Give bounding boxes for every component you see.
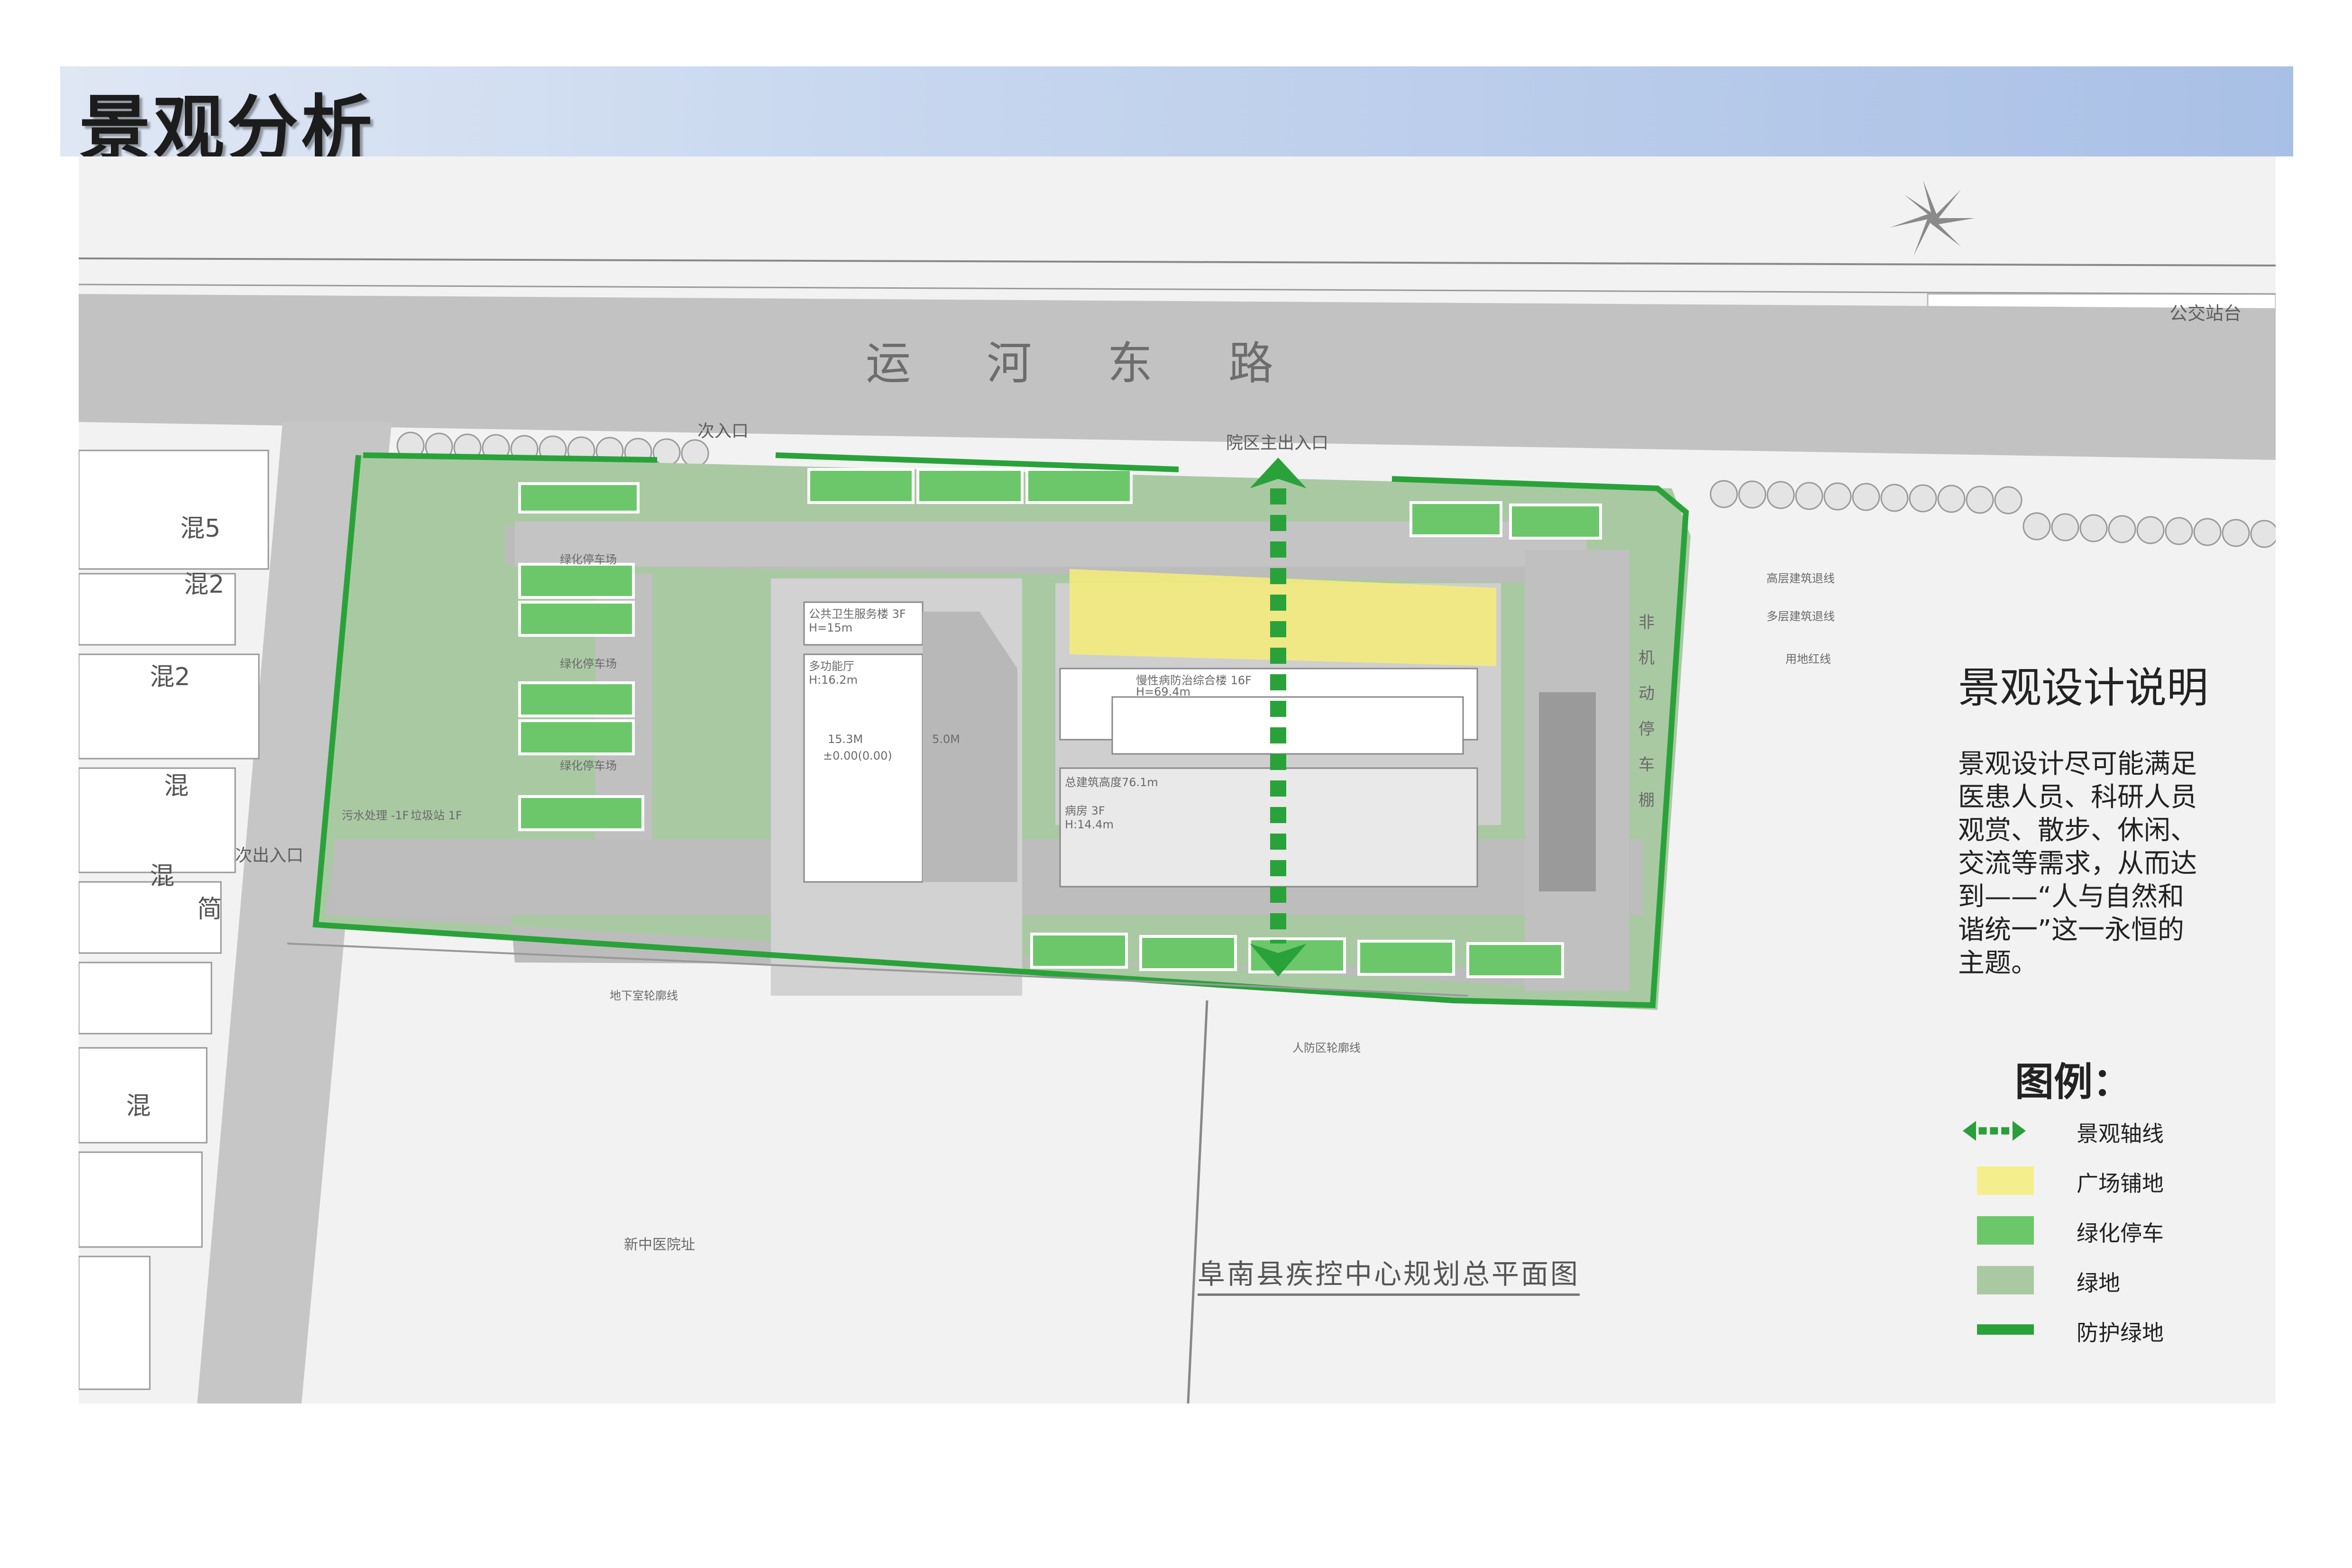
setback-note: 地下室轮廓线 xyxy=(610,989,678,1002)
ward-height: H:14.4m xyxy=(1065,818,1114,831)
old-site-label: 新中医院址 xyxy=(624,1237,695,1253)
site-plan: 运河东路 公交站台 院区主出入口 次入口 次出入口 公共卫生服务楼 3F H=1… xyxy=(79,156,2276,1403)
total-height-label: 总建筑高度76.1m xyxy=(1065,776,1158,789)
legend-item-green: 绿地 xyxy=(1963,1266,2247,1304)
green-swatch xyxy=(1977,1266,2034,1294)
neighbor-label: 混 xyxy=(164,772,189,800)
side-road-char: 动 xyxy=(1638,684,1655,703)
public-health-height: H=15m xyxy=(809,621,853,634)
main-gate-label: 院区主出入口 xyxy=(1226,433,1329,453)
legend-label: 绿化停车 xyxy=(2077,1220,2164,1246)
legend-title: 图例： xyxy=(2015,1059,2132,1105)
ward-label: 病房 3F xyxy=(1065,804,1105,817)
elevation-label: ±0.00(0.00) xyxy=(823,749,892,762)
legend-label: 绿地 xyxy=(2077,1270,2120,1296)
garbage-label: 垃圾站 1F xyxy=(411,809,462,822)
plan-caption: 阜南县疾控中心规划总平面图 xyxy=(1198,1252,1580,1296)
setback-note: 多层建筑退线 xyxy=(1766,610,1835,623)
neighbor-label: 简 xyxy=(197,895,222,924)
elevation-label: 5.0M xyxy=(932,733,960,746)
bus-stop-label: 公交站台 xyxy=(2169,303,2242,324)
side-road-char: 停 xyxy=(1638,720,1655,739)
parking-label: 绿化停车场 xyxy=(560,759,617,772)
design-description: 景观设计说明 景观设计尽可能满足 医患人员、科研人员 观赏、散步、休闲、 交流等… xyxy=(1958,654,2261,980)
legend-item-protective-green: 防护绿地 xyxy=(1963,1316,2247,1354)
axis-symbol-icon xyxy=(1963,1121,2026,1141)
legend-item-green-parking: 绿化停车 xyxy=(1963,1216,2247,1254)
setback-note: 用地红线 xyxy=(1785,652,1831,666)
sewage-label: 污水处理 -1F xyxy=(342,809,409,822)
description-line: 医患人员、科研人员 xyxy=(1958,782,2197,813)
side-road-char: 棚 xyxy=(1638,791,1655,810)
public-health-label: 公共卫生服务楼 3F xyxy=(809,607,906,621)
road-name: 运河东路 xyxy=(866,338,1350,390)
legend-label: 防护绿地 xyxy=(2077,1320,2164,1346)
side-road-char: 车 xyxy=(1638,755,1655,774)
setback-note: 高层建筑退线 xyxy=(1766,572,1835,585)
side-road-char: 非 xyxy=(1638,613,1655,632)
green-parking-swatch xyxy=(1977,1216,2034,1245)
description-line: 到——“人与自然和 xyxy=(1958,881,2185,912)
header-bar: 景观分析 xyxy=(60,66,2293,170)
neighbor-label: 混 xyxy=(150,862,175,890)
neighbor-label: 混5 xyxy=(180,514,221,543)
neighbor-label: 混2 xyxy=(150,663,191,691)
description-line: 主题。 xyxy=(1958,948,2038,979)
chronic-height: H=69.4m xyxy=(1136,685,1190,698)
plaza-swatch xyxy=(1977,1166,2034,1195)
neighbor-label: 混2 xyxy=(184,570,225,599)
legend-label: 广场铺地 xyxy=(2077,1171,2164,1196)
multi-hall-height: H:16.2m xyxy=(809,673,858,687)
neighbor-label: 混 xyxy=(126,1092,151,1120)
protective-green-swatch xyxy=(1977,1324,2034,1335)
description-title: 景观设计说明 xyxy=(1958,663,2209,712)
legend-item-axis: 景观轴线 xyxy=(1963,1117,2247,1155)
parking-label: 绿化停车场 xyxy=(560,553,617,566)
multi-hall-label: 多功能厅 xyxy=(809,660,854,673)
legend-item-plaza: 广场铺地 xyxy=(1963,1166,2247,1204)
side-road-char: 机 xyxy=(1638,649,1655,668)
elevation-label: 15.3M xyxy=(828,733,863,746)
description-body: 景观设计尽可能满足 医患人员、科研人员 观赏、散步、休闲、 交流等需求，从而达 … xyxy=(1958,748,2261,980)
secondary-gate-left-label: 次出入口 xyxy=(235,846,304,865)
secondary-gate-top-label: 次入口 xyxy=(697,422,749,441)
legend-label: 景观轴线 xyxy=(2077,1121,2164,1146)
parking-label: 绿化停车场 xyxy=(560,657,617,670)
description-line: 谐统一”这一永恒的 xyxy=(1958,915,2185,945)
setback-note: 人防区轮廓线 xyxy=(1292,1041,1361,1055)
description-line: 观赏、散步、休闲、 xyxy=(1958,815,2197,846)
description-line: 交流等需求，从而达 xyxy=(1958,848,2197,879)
description-line: 景观设计尽可能满足 xyxy=(1958,749,2197,779)
